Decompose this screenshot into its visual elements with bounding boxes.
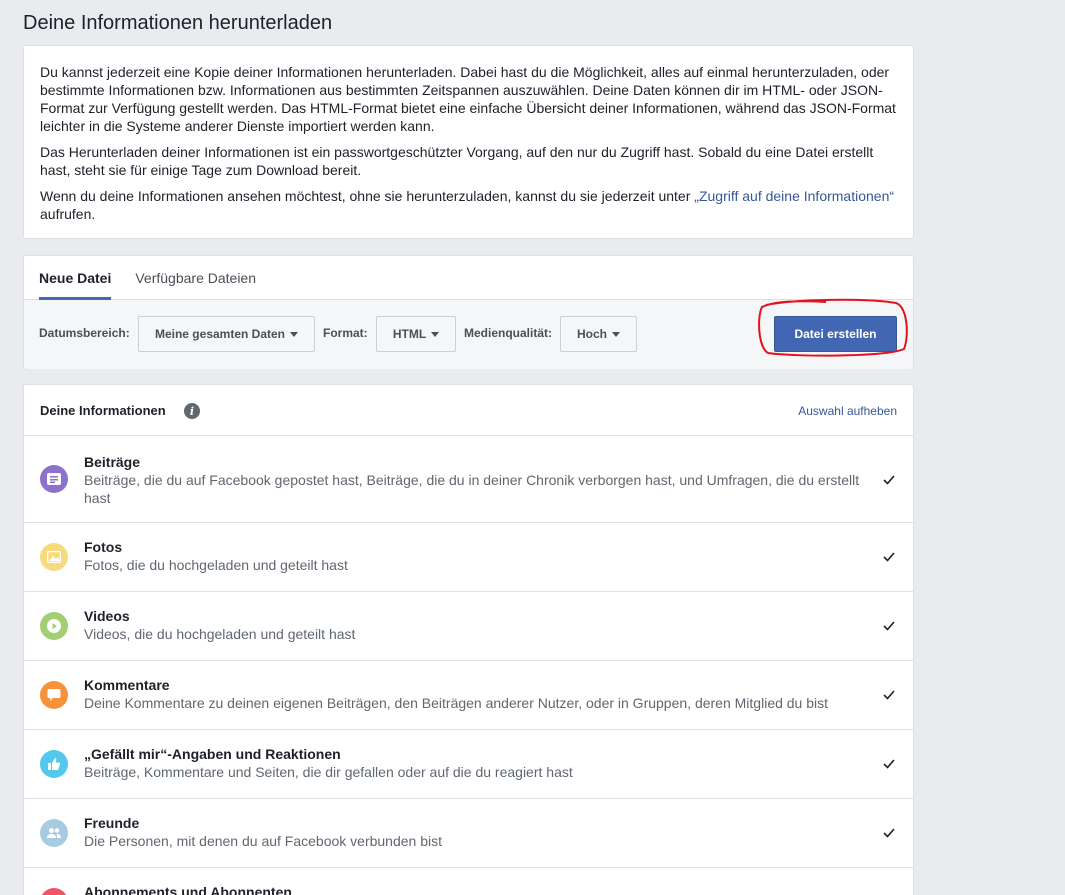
photos-icon (40, 543, 68, 571)
info-icon[interactable]: i (184, 403, 200, 419)
chevron-down-icon (612, 331, 620, 337)
checkbox-checked-icon[interactable] (882, 619, 896, 633)
list-item-videos[interactable]: Videos Videos, die du hochgeladen und ge… (24, 592, 913, 661)
date-range-dropdown[interactable]: Meine gesamten Daten (138, 316, 315, 352)
tab-available-files[interactable]: Verfügbare Dateien (135, 256, 256, 299)
intro-paragraph-1: Du kannst jederzeit eine Kopie deiner In… (40, 64, 896, 134)
list-item-follows[interactable]: Abonnements und Abonnenten (24, 868, 913, 895)
item-title: Beiträge (84, 454, 141, 470)
checkbox-checked-icon[interactable] (882, 688, 896, 702)
checkbox-checked-icon[interactable] (882, 473, 896, 487)
download-controls: Datumsbereich: Meine gesamten Daten Form… (24, 300, 913, 369)
checkbox-checked-icon[interactable] (882, 757, 896, 771)
friends-icon (40, 819, 68, 847)
create-file-button[interactable]: Datei erstellen (774, 316, 897, 352)
item-description: Die Personen, mit denen du auf Facebook … (84, 833, 443, 849)
checkbox-checked-icon[interactable] (882, 550, 896, 564)
information-title: Deine Informationen (40, 403, 166, 418)
intro-paragraph-3: Wenn du deine Informationen ansehen möch… (40, 187, 897, 223)
item-title: Kommentare (84, 677, 170, 693)
media-quality-dropdown[interactable]: Hoch (560, 316, 637, 352)
item-title: Fotos (84, 539, 123, 555)
format-dropdown[interactable]: HTML (376, 316, 456, 352)
tab-new-file[interactable]: Neue Datei (39, 256, 112, 300)
item-description: Beiträge, die du auf Facebook gepostet h… (84, 472, 860, 506)
media-quality-value: Hoch (577, 327, 607, 341)
format-label: Format: (323, 326, 368, 340)
posts-icon (40, 465, 68, 493)
item-title: Videos (84, 608, 130, 624)
item-description: Beiträge, Kommentare und Seiten, die dir… (84, 764, 573, 780)
follow-icon (40, 888, 68, 895)
page-title: Deine Informationen herunterladen (23, 12, 333, 34)
media-quality-label: Medienqualität: (464, 326, 553, 340)
like-icon (40, 750, 68, 778)
chevron-down-icon (290, 331, 299, 337)
date-range-value: Meine gesamten Daten (154, 327, 286, 341)
item-description: Deine Kommentare zu deinen eigenen Beitr… (84, 695, 829, 711)
date-range-label: Datumsbereich: (39, 326, 130, 340)
information-card: Deine Informationen i Auswahl aufheben B… (23, 384, 914, 895)
intro-paragraph-2: Das Herunterladen deiner Informationen i… (40, 144, 874, 178)
tab-bar: Neue Datei Verfügbare Dateien (24, 256, 913, 300)
intro-card: Du kannst jederzeit eine Kopie deiner In… (23, 45, 914, 239)
list-item-likes-reactions[interactable]: „Gefällt mir“-Angaben und Reaktionen Bei… (24, 730, 913, 799)
item-title: „Gefällt mir“-Angaben und Reaktionen (84, 746, 341, 762)
download-options-card: Neue Datei Verfügbare Dateien Datumsbere… (23, 255, 914, 369)
access-your-information-link[interactable]: „Zugriff auf deine Informationen“ (694, 188, 894, 204)
item-title: Abonnements und Abonnenten (84, 884, 292, 895)
item-title: Freunde (84, 815, 140, 831)
intro-text-end: aufrufen. (40, 206, 96, 222)
list-item-photos[interactable]: Fotos Fotos, die du hochgeladen und gete… (24, 523, 913, 592)
chevron-down-icon (431, 331, 440, 337)
videos-icon (40, 612, 68, 640)
checkbox-checked-icon[interactable] (882, 826, 896, 840)
format-value: HTML (392, 327, 427, 341)
item-description: Fotos, die du hochgeladen und geteilt ha… (84, 557, 348, 573)
list-item-posts[interactable]: Beiträge Beiträge, die du auf Facebook g… (24, 436, 913, 523)
item-description: Videos, die du hochgeladen und geteilt h… (84, 626, 356, 642)
list-item-comments[interactable]: Kommentare Deine Kommentare zu deinen ei… (24, 661, 913, 730)
information-header: Deine Informationen i Auswahl aufheben (24, 385, 913, 436)
list-item-friends[interactable]: Freunde Die Personen, mit denen du auf F… (24, 799, 913, 868)
comments-icon (40, 681, 68, 709)
intro-text: Wenn du deine Informationen ansehen möch… (40, 188, 695, 204)
deselect-all-link[interactable]: Auswahl aufheben (798, 404, 897, 418)
